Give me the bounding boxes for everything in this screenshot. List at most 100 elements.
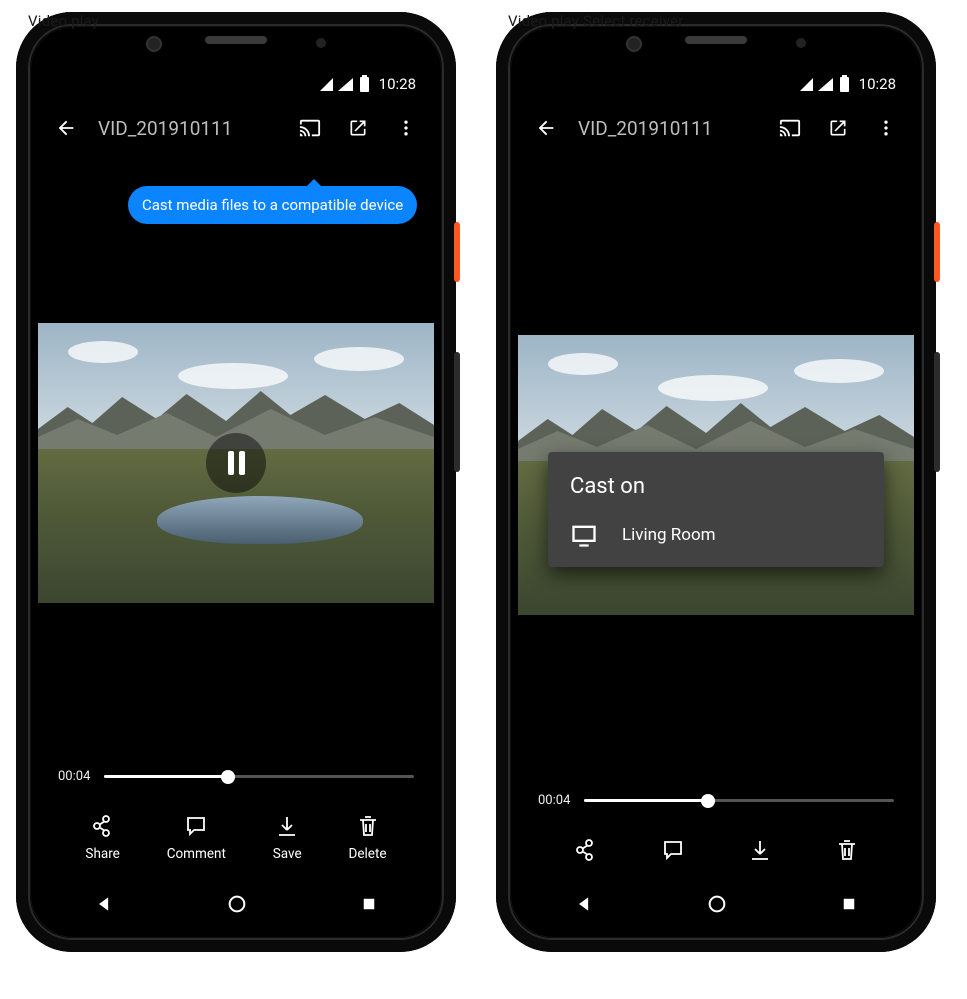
video-title: VID_201910111 [94, 117, 282, 140]
nav-bar [518, 878, 914, 930]
wifi-icon [800, 78, 813, 91]
video-frame [38, 323, 434, 603]
cellular-icon [338, 78, 353, 91]
download-icon [275, 814, 299, 838]
power-button [454, 222, 460, 282]
status-time: 10:28 [859, 75, 896, 93]
cast-icon [299, 117, 321, 139]
cast-device-name: Living Room [622, 525, 716, 545]
seek-track[interactable] [104, 775, 414, 778]
cast-icon [779, 117, 801, 139]
delete-button[interactable] [835, 838, 859, 862]
open-external-button[interactable] [818, 108, 858, 148]
trash-icon [356, 814, 380, 838]
cellular-icon [818, 78, 833, 91]
comment-icon [184, 814, 208, 838]
seek-progress [104, 775, 228, 778]
phone-camera [146, 36, 162, 52]
battery-icon [360, 77, 369, 92]
cast-button[interactable] [290, 108, 330, 148]
share-button[interactable]: Share [85, 814, 119, 862]
phone-speaker [205, 36, 267, 44]
back-button[interactable] [526, 108, 566, 148]
phone-sensor [796, 38, 806, 48]
circle-icon [706, 893, 728, 915]
comment-button[interactable] [661, 838, 685, 862]
cast-button[interactable] [770, 108, 810, 148]
background-label: Video play Select receiver [508, 12, 684, 30]
more-vert-icon [396, 118, 416, 138]
battery-icon [840, 77, 849, 92]
pause-icon [228, 451, 234, 475]
cast-dialog-title: Cast on [570, 474, 862, 499]
action-bar [538, 828, 894, 878]
comment-button[interactable]: Comment [167, 814, 226, 862]
square-icon [360, 895, 378, 913]
phone-speaker [685, 36, 747, 44]
wifi-icon [320, 78, 333, 91]
download-icon [748, 838, 772, 862]
power-button [934, 222, 940, 282]
cast-device-row[interactable]: Living Room [570, 521, 862, 549]
back-button[interactable] [46, 108, 86, 148]
pause-icon [239, 451, 245, 475]
arrow-left-icon [535, 117, 557, 139]
circle-icon [226, 893, 248, 915]
seek-bar[interactable]: 00:04 [538, 793, 894, 808]
phone-right: Video play Select receiver 10:28 VID_201… [496, 12, 936, 952]
delete-button[interactable]: Delete [348, 814, 386, 862]
more-button[interactable] [866, 108, 906, 148]
volume-button [454, 352, 460, 472]
tv-icon [570, 521, 598, 549]
square-icon [840, 895, 858, 913]
nav-recent[interactable] [840, 895, 858, 913]
share-icon [91, 814, 115, 838]
open-external-button[interactable] [338, 108, 378, 148]
phone-sensor [316, 38, 326, 48]
more-vert-icon [876, 118, 896, 138]
nav-home[interactable] [706, 893, 728, 915]
delete-label: Delete [348, 846, 386, 862]
arrow-left-icon [55, 117, 77, 139]
cast-dialog: Cast on Living Room [548, 452, 884, 567]
external-link-icon [348, 118, 368, 138]
screen: 10:28 VID_201910111 [518, 62, 914, 930]
status-time: 10:28 [379, 75, 416, 93]
pause-button[interactable] [206, 433, 266, 493]
screen: 10:28 VID_201910111 Cast media files to … [38, 62, 434, 930]
nav-recent[interactable] [360, 895, 378, 913]
seek-thumb[interactable] [701, 794, 715, 808]
action-bar: Share Comment Save Delete [58, 804, 414, 878]
phone-left: Video play 10:28 VID_201910111 [16, 12, 456, 952]
nav-home[interactable] [226, 893, 248, 915]
seek-progress [584, 799, 708, 802]
playback-controls: 00:04 Share Comment Save [38, 769, 434, 878]
save-button[interactable]: Save [273, 814, 302, 862]
elapsed-time: 00:04 [538, 793, 570, 808]
comment-label: Comment [167, 846, 226, 862]
video-viewport[interactable] [38, 156, 434, 769]
app-bar: VID_201910111 [38, 100, 434, 156]
share-icon [574, 838, 598, 862]
elapsed-time: 00:04 [58, 769, 90, 784]
playback-controls: 00:04 [518, 793, 914, 878]
comment-icon [661, 838, 685, 862]
triangle-left-icon [94, 894, 114, 914]
seek-track[interactable] [584, 799, 894, 802]
share-button[interactable] [574, 838, 598, 862]
triangle-left-icon [574, 894, 594, 914]
phone-camera [626, 36, 642, 52]
seek-bar[interactable]: 00:04 [58, 769, 414, 784]
video-title: VID_201910111 [574, 117, 762, 140]
share-label: Share [85, 846, 119, 862]
status-bar: 10:28 [518, 62, 914, 100]
seek-thumb[interactable] [221, 770, 235, 784]
nav-back[interactable] [94, 894, 114, 914]
volume-button [934, 352, 940, 472]
more-button[interactable] [386, 108, 426, 148]
nav-back[interactable] [574, 894, 594, 914]
app-bar: VID_201910111 [518, 100, 914, 156]
save-button[interactable] [748, 838, 772, 862]
status-bar: 10:28 [38, 62, 434, 100]
save-label: Save [273, 846, 302, 862]
